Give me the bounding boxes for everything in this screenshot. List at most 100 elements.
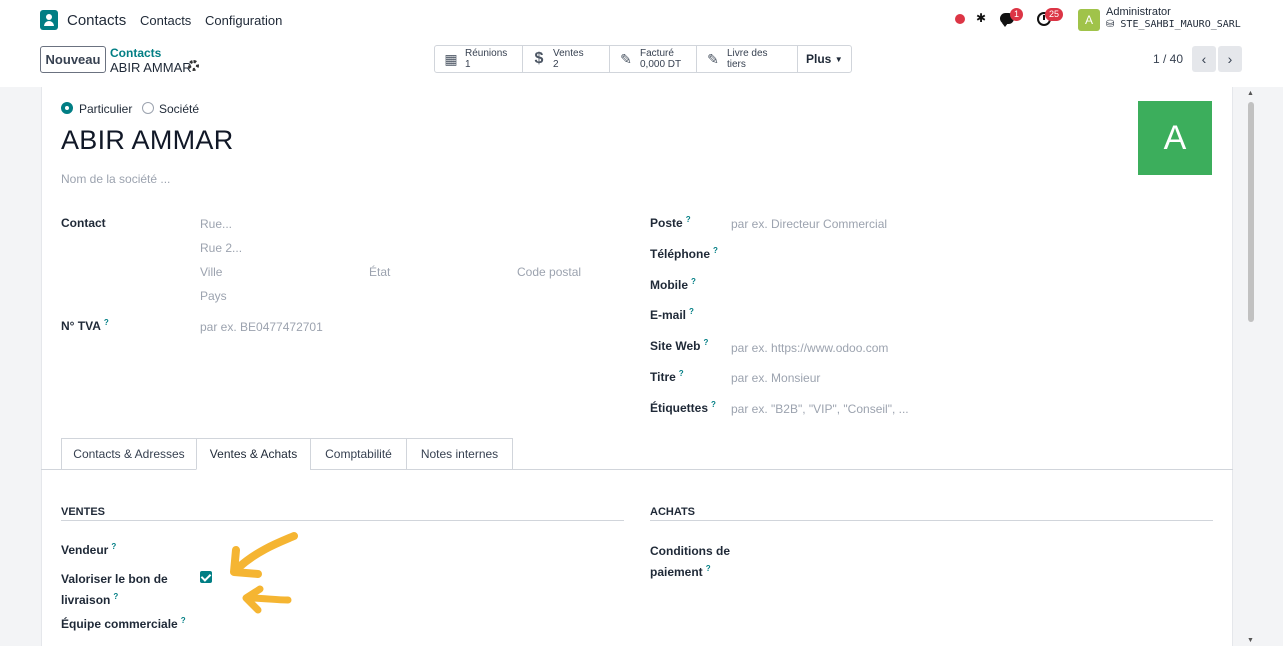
meetings-smart-button[interactable]: ▦ Réunions 1 xyxy=(435,46,523,72)
payment-terms-tooltip[interactable]: ? xyxy=(706,564,711,573)
activity-badge: 25 xyxy=(1045,8,1064,21)
street2-input[interactable]: Rue 2... xyxy=(200,241,242,255)
breadcrumb-current: ABIR AMMAR xyxy=(110,60,192,75)
purchases-section-title: ACHATS xyxy=(650,506,696,518)
salesperson-label: Vendeur? xyxy=(61,542,116,557)
salesperson-text: Vendeur xyxy=(61,543,109,557)
payment-terms-line2: paiement xyxy=(650,565,703,579)
sales-label: Ventes xyxy=(553,48,584,59)
website-label: Site Web? xyxy=(650,338,708,353)
mobile-input[interactable] xyxy=(731,279,1211,293)
pager-next-button[interactable]: › xyxy=(1218,46,1242,72)
valuation-line2: livraison xyxy=(61,593,111,607)
state-input[interactable]: État xyxy=(369,265,390,279)
payment-terms-line1: Conditions de xyxy=(650,544,730,558)
chat-badge: 1 xyxy=(1010,8,1024,21)
caret-down-icon: ▼ xyxy=(834,54,843,64)
vat-label: N° TVA? xyxy=(61,318,109,333)
more-button[interactable]: Plus ▼ xyxy=(798,46,851,72)
tab-accounting[interactable]: Comptabilité xyxy=(310,438,407,470)
menu-configuration[interactable]: Configuration xyxy=(205,13,282,28)
email-input[interactable] xyxy=(731,309,1211,323)
radio-individual-label[interactable]: Particulier xyxy=(79,102,132,116)
database-label: STE_SAHBI_MAURO_SARL xyxy=(1120,19,1241,30)
sales-team-tooltip[interactable]: ? xyxy=(181,616,186,625)
annotation-arrow-icon xyxy=(242,585,292,614)
sales-smart-button[interactable]: $ Ventes 2 xyxy=(523,46,610,72)
company-name-input[interactable]: Nom de la société ... xyxy=(61,172,170,186)
phone-tooltip[interactable]: ? xyxy=(713,246,718,255)
contact-label: Contact xyxy=(61,216,106,230)
job-position-input[interactable]: par ex. Directeur Commercial xyxy=(731,217,887,231)
mobile-label: Mobile? xyxy=(650,277,696,292)
pager-value[interactable]: 1 / 40 xyxy=(1153,52,1183,66)
title-tooltip[interactable]: ? xyxy=(679,369,684,378)
database-name: ⛁ STE_SAHBI_MAURO_SARL xyxy=(1106,19,1241,30)
sales-count: 2 xyxy=(553,59,559,70)
edit-icon: ✎ xyxy=(620,51,632,67)
city-input[interactable]: Ville xyxy=(200,265,222,279)
partner-avatar[interactable]: A xyxy=(1138,101,1212,175)
country-input[interactable]: Pays xyxy=(200,289,227,303)
app-name[interactable]: Contacts xyxy=(67,12,126,29)
mobile-text: Mobile xyxy=(650,278,688,292)
tags-label: Étiquettes? xyxy=(650,400,716,415)
vat-tooltip[interactable]: ? xyxy=(104,318,109,327)
valuation-tooltip[interactable]: ? xyxy=(113,592,118,601)
vat-input[interactable]: par ex. BE0477472701 xyxy=(200,320,323,334)
job-position-text: Poste xyxy=(650,216,683,230)
vat-label-text: N° TVA xyxy=(61,319,101,333)
website-input[interactable]: par ex. https://www.odoo.com xyxy=(731,341,888,355)
debug-icon[interactable]: ✱ xyxy=(976,11,986,25)
street-input[interactable]: Rue... xyxy=(200,217,232,231)
radio-company[interactable] xyxy=(142,102,154,114)
chevron-left-icon: ‹ xyxy=(1201,51,1207,67)
tab-contacts-addresses[interactable]: Contacts & Adresses xyxy=(61,438,197,470)
mobile-tooltip[interactable]: ? xyxy=(691,277,696,286)
calendar-icon: ▦ xyxy=(444,51,458,67)
valuation-label: Valoriser le bon de livraison? xyxy=(61,570,168,609)
contacts-app-icon[interactable] xyxy=(40,10,58,30)
phone-input[interactable] xyxy=(731,248,1211,262)
meetings-label: Réunions xyxy=(465,48,508,59)
meetings-count: 1 xyxy=(465,59,471,70)
invoiced-smart-button[interactable]: ✎ Facturé 0,000 DT xyxy=(610,46,697,72)
partner-name-field[interactable]: ABIR AMMAR xyxy=(61,125,234,156)
user-avatar[interactable]: A xyxy=(1078,9,1100,31)
sales-section-title: VENTES xyxy=(61,506,106,518)
record-icon[interactable] xyxy=(955,14,965,24)
email-tooltip[interactable]: ? xyxy=(689,307,694,316)
purchases-section-divider xyxy=(650,520,1213,521)
menu-contacts[interactable]: Contacts xyxy=(140,13,191,28)
user-name[interactable]: Administrator xyxy=(1106,6,1171,18)
tags-tooltip[interactable]: ? xyxy=(711,400,716,409)
tab-internal-notes[interactable]: Notes internes xyxy=(406,438,513,470)
title-input[interactable]: par ex. Monsieur xyxy=(731,371,820,385)
smart-buttons: ▦ Réunions 1 $ Ventes 2 ✎ Facturé 0,000 DT … xyxy=(434,45,852,73)
scroll-up-icon[interactable]: ▲ xyxy=(1247,90,1254,97)
gear-icon[interactable] xyxy=(188,60,199,71)
radio-individual[interactable] xyxy=(61,102,73,114)
title-label: Titre? xyxy=(650,369,684,384)
ledger-smart-button[interactable]: ✎ Livre des tiers xyxy=(697,46,798,72)
new-button[interactable]: Nouveau xyxy=(40,46,106,73)
email-text: E-mail xyxy=(650,308,687,322)
form-sheet xyxy=(41,87,1233,646)
website-text: Site Web xyxy=(650,339,701,353)
pager-previous-button[interactable]: ‹ xyxy=(1192,46,1216,72)
sales-section-divider xyxy=(61,520,624,521)
tags-input[interactable]: par ex. "B2B", "VIP", "Conseil", ... xyxy=(731,402,909,416)
scroll-down-icon[interactable]: ▼ xyxy=(1247,637,1254,644)
valuation-checkbox[interactable] xyxy=(200,571,212,583)
payment-terms-label: Conditions de paiement? xyxy=(650,542,730,581)
job-position-tooltip[interactable]: ? xyxy=(686,215,691,224)
email-label: E-mail? xyxy=(650,307,694,322)
scrollbar-thumb[interactable] xyxy=(1248,102,1254,322)
zip-input[interactable]: Code postal xyxy=(517,265,581,279)
website-tooltip[interactable]: ? xyxy=(703,338,708,347)
salesperson-tooltip[interactable]: ? xyxy=(111,542,116,551)
breadcrumb-contacts[interactable]: Contacts xyxy=(110,46,161,60)
radio-company-label[interactable]: Société xyxy=(159,102,199,116)
sales-team-text: Équipe commerciale xyxy=(61,617,178,631)
tab-sales-purchases[interactable]: Ventes & Achats xyxy=(196,438,311,470)
